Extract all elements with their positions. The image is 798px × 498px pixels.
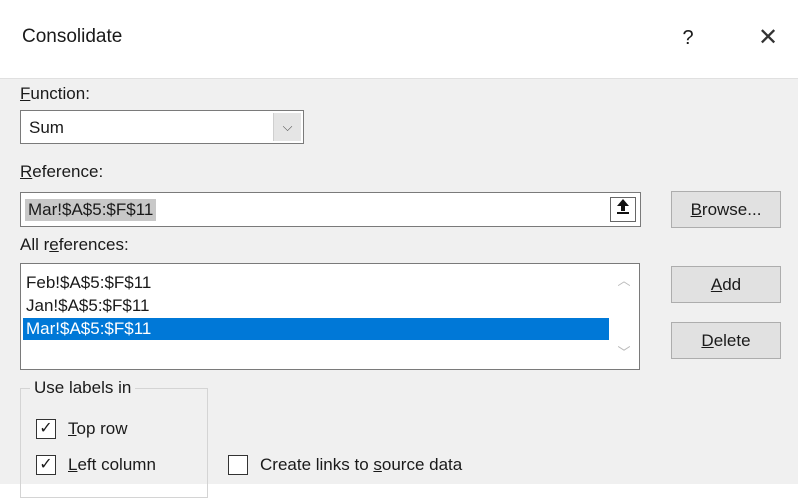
function-label: Function:: [20, 84, 90, 103]
function-dropdown[interactable]: Sum ⌵: [20, 110, 304, 144]
title-bar: Consolidate ? ✕: [0, 0, 798, 79]
list-scrollbar[interactable]: ︿ ﹀: [609, 264, 639, 369]
top-row-checkbox[interactable]: ✓: [36, 419, 56, 439]
reference-input-value[interactable]: Mar!$A$5:$F$11: [25, 199, 157, 221]
list-item[interactable]: Mar!$A$5:$F$11: [23, 318, 609, 340]
left-column-checkbox[interactable]: ✓: [36, 455, 56, 475]
list-item[interactable]: Jan!$A$5:$F$11: [23, 295, 609, 317]
create-links-label[interactable]: Create links to source data: [260, 455, 462, 475]
use-labels-group: [20, 388, 208, 498]
create-links-checkbox[interactable]: [228, 455, 248, 475]
function-selected-value: Sum: [29, 118, 64, 137]
reference-input[interactable]: Mar!$A$5:$F$11: [20, 192, 641, 227]
scroll-down-icon[interactable]: ﹀: [609, 342, 639, 362]
scroll-up-icon[interactable]: ︿: [609, 270, 639, 290]
dialog-title: Consolidate: [22, 26, 123, 47]
help-button[interactable]: ?: [668, 18, 708, 58]
top-row-label[interactable]: Top row: [68, 419, 128, 439]
browse-button[interactable]: Browse...: [671, 191, 781, 228]
chevron-down-icon[interactable]: ⌵: [273, 113, 301, 141]
delete-button[interactable]: Delete: [671, 322, 781, 359]
add-button[interactable]: Add: [671, 266, 781, 303]
all-references-label: All references:: [20, 235, 129, 254]
use-labels-title: Use labels in: [30, 378, 136, 398]
left-column-label[interactable]: Left column: [68, 455, 156, 475]
collapse-dialog-icon[interactable]: [610, 197, 636, 222]
list-item[interactable]: Feb!$A$5:$F$11: [23, 272, 609, 294]
close-button[interactable]: ✕: [746, 18, 790, 58]
reference-label: Reference:: [20, 162, 104, 181]
all-references-list[interactable]: Feb!$A$5:$F$11 Jan!$A$5:$F$11 Mar!$A$5:$…: [20, 263, 640, 370]
arrow-up-icon: [617, 199, 629, 214]
consolidate-dialog: Consolidate ? ✕ Function: Sum ⌵ Referenc…: [0, 0, 798, 498]
